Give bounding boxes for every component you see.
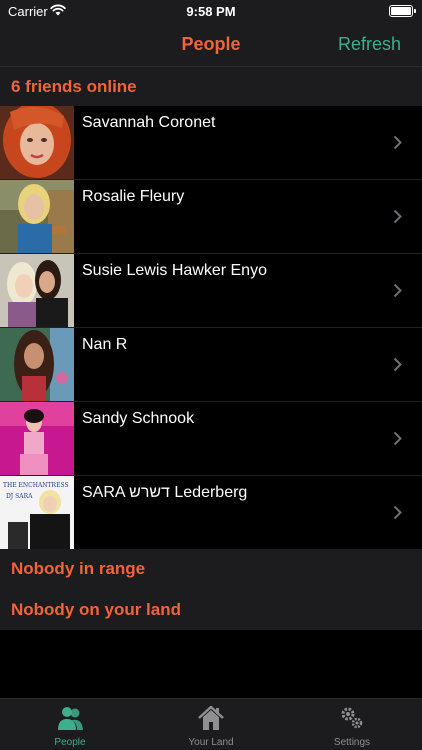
status-bar: Carrier 9:58 PM [0, 0, 422, 22]
status-time: 9:58 PM [186, 4, 236, 19]
tab-label: Settings [333, 737, 371, 748]
nav-bar: People Refresh [0, 22, 422, 67]
friend-name: Rosalie Fleury [82, 188, 185, 205]
chevron-right-icon [393, 209, 402, 224]
friend-row[interactable]: THE ENCHANTRESS DJ SARA SARA דשרש Lederb… [0, 476, 422, 550]
chevron-right-icon [393, 283, 402, 298]
avatar [0, 402, 74, 475]
tab-people[interactable]: People [0, 699, 140, 750]
friend-name: Nan R [82, 336, 128, 353]
refresh-button[interactable]: Refresh [338, 34, 401, 55]
friend-list: Savannah Coronet Rosalie Fleury Susie Le… [0, 106, 422, 550]
friend-row[interactable]: Savannah Coronet [0, 106, 422, 180]
friend-name: Sandy Schnook [82, 410, 195, 427]
chevron-right-icon [393, 505, 402, 520]
avatar [0, 328, 74, 401]
tab-bar: People Your Land Settings [0, 698, 422, 750]
section-header-in-range: Nobody in range [0, 549, 422, 589]
friend-row[interactable]: Sandy Schnook [0, 402, 422, 476]
avatar-banner-text: THE ENCHANTRESS [3, 482, 69, 489]
friend-row[interactable]: Rosalie Fleury [0, 180, 422, 254]
avatar [0, 106, 74, 179]
avatar-sub-text: DJ SARA [6, 493, 33, 500]
chevron-right-icon [393, 135, 402, 150]
friend-name: SARA דשרש Lederberg [82, 484, 248, 501]
friend-row[interactable]: Nan R [0, 328, 422, 402]
battery-icon [389, 5, 416, 17]
friend-name: Susie Lewis Hawker Enyo [82, 262, 267, 279]
chevron-right-icon [393, 357, 402, 372]
gears-icon [341, 707, 363, 729]
people-icon [58, 707, 83, 730]
tab-your-land[interactable]: Your Land [141, 699, 281, 750]
friend-name: Savannah Coronet [82, 114, 216, 131]
tab-label: People [54, 737, 86, 748]
tab-label: Your Land [188, 737, 234, 748]
tab-settings[interactable]: Settings [282, 699, 422, 750]
section-header-on-land: Nobody on your land [0, 589, 422, 630]
section-header-online: 6 friends online [0, 67, 422, 106]
chevron-right-icon [393, 431, 402, 446]
avatar [0, 180, 74, 253]
house-icon [198, 705, 224, 730]
avatar [0, 254, 74, 327]
avatar: THE ENCHANTRESS DJ SARA [0, 476, 74, 549]
friend-row[interactable]: Susie Lewis Hawker Enyo [0, 254, 422, 328]
